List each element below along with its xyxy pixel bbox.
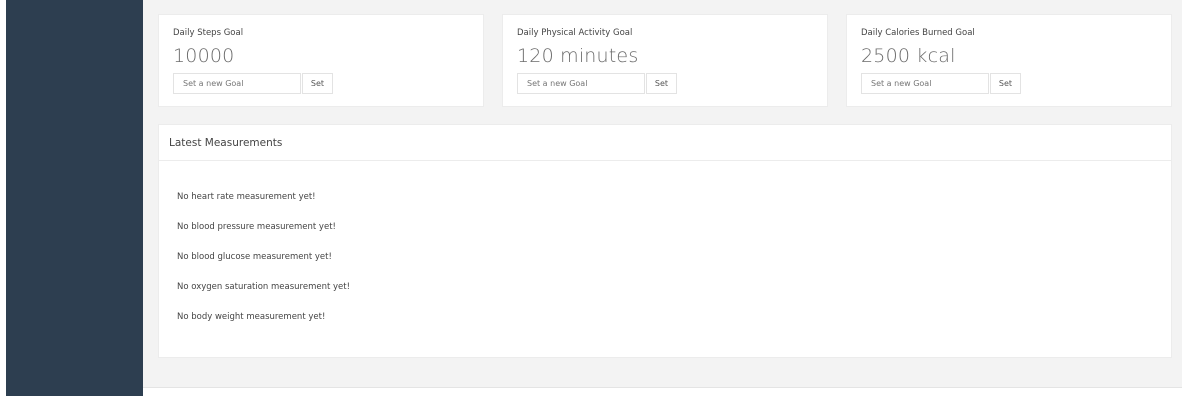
latest-measurements-panel: Latest Measurements No heart rate measur… <box>158 124 1172 358</box>
calories-goal-value: 2500 kcal <box>861 45 956 67</box>
latest-measurements-header: Latest Measurements <box>159 125 1171 161</box>
calories-goal-card: Daily Calories Burned Goal 2500 kcal Set <box>846 14 1172 107</box>
activity-goal-title: Daily Physical Activity Goal <box>517 28 633 38</box>
main-content: Daily Steps Goal 10000 Set Daily Physica… <box>143 0 1182 387</box>
heart-rate-status: No heart rate measurement yet! <box>177 192 316 202</box>
sidebar <box>6 0 143 396</box>
activity-goal-value: 120 minutes <box>517 45 639 67</box>
calories-goal-input[interactable] <box>861 73 989 94</box>
steps-goal-value: 10000 <box>173 45 235 67</box>
activity-goal-set-button[interactable]: Set <box>646 73 677 94</box>
body-weight-status: No body weight measurement yet! <box>177 312 326 322</box>
activity-goal-input[interactable] <box>517 73 645 94</box>
steps-goal-card: Daily Steps Goal 10000 Set <box>158 14 484 107</box>
content-bottom-divider <box>143 387 1182 388</box>
steps-goal-set-button[interactable]: Set <box>302 73 333 94</box>
activity-goal-card: Daily Physical Activity Goal 120 minutes… <box>502 14 828 107</box>
blood-glucose-status: No blood glucose measurement yet! <box>177 252 332 262</box>
steps-goal-title: Daily Steps Goal <box>173 28 244 38</box>
calories-goal-title: Daily Calories Burned Goal <box>861 28 975 38</box>
app-window: Daily Steps Goal 10000 Set Daily Physica… <box>0 0 1182 396</box>
calories-goal-set-button[interactable]: Set <box>990 73 1021 94</box>
oxygen-saturation-status: No oxygen saturation measurement yet! <box>177 282 351 292</box>
steps-goal-input[interactable] <box>173 73 301 94</box>
blood-pressure-status: No blood pressure measurement yet! <box>177 222 336 232</box>
latest-measurements-title: Latest Measurements <box>169 137 283 149</box>
